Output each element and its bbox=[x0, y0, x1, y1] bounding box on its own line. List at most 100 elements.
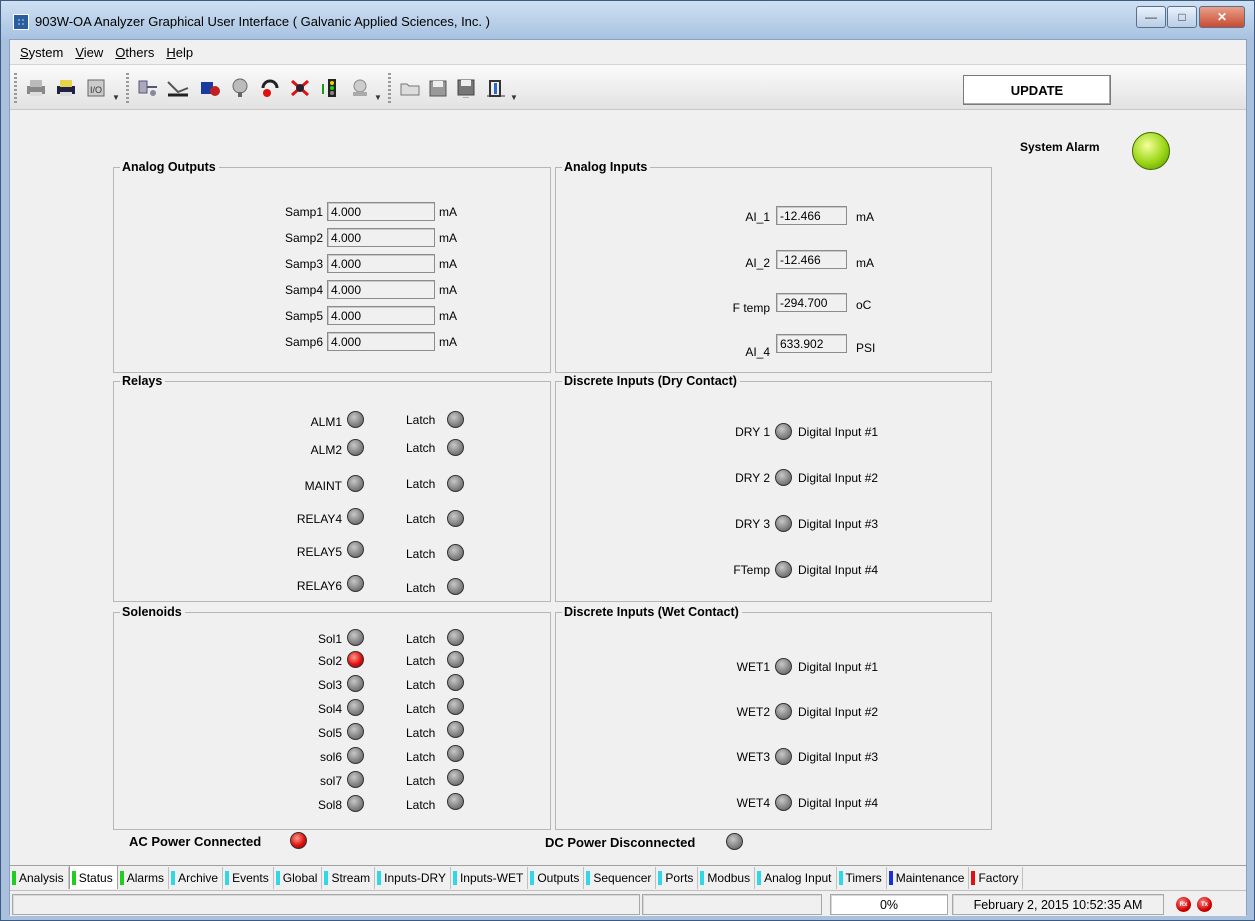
tab-analysis[interactable]: Analysis bbox=[10, 867, 69, 889]
tab-ports[interactable]: Ports bbox=[656, 867, 699, 889]
close-button[interactable]: ✕ bbox=[1199, 6, 1245, 28]
relays-panel: Relays ALM1 Latch ALM2 Latch MAINT Latch… bbox=[113, 374, 551, 602]
relay-label: MAINT bbox=[304, 479, 342, 493]
wet-input-led bbox=[775, 794, 792, 811]
update-button[interactable]: UPDATE bbox=[963, 75, 1111, 105]
tab-global[interactable]: Global bbox=[274, 867, 323, 889]
solenoid-label: Sol2 bbox=[317, 654, 342, 668]
reset-alarm-icon[interactable] bbox=[256, 75, 284, 101]
dry-input-led bbox=[775, 423, 792, 440]
relay-led bbox=[347, 541, 364, 558]
latch-led bbox=[447, 769, 464, 786]
latch-led bbox=[447, 793, 464, 810]
wet-input-led bbox=[775, 703, 792, 720]
valve-icon[interactable] bbox=[226, 75, 254, 101]
solenoid-led bbox=[347, 629, 364, 646]
toolbar-dropdown-icon[interactable]: ▼ bbox=[510, 93, 519, 105]
tab-inputs-wet[interactable]: Inputs-WET bbox=[451, 867, 529, 889]
ai1-unit: mA bbox=[856, 210, 874, 224]
tab-sequencer[interactable]: Sequencer bbox=[584, 867, 657, 889]
latch-label: Latch bbox=[406, 798, 436, 812]
maximize-button[interactable]: □ bbox=[1167, 6, 1197, 28]
samp6-unit: mA bbox=[439, 335, 457, 349]
solenoid-led bbox=[347, 795, 364, 812]
latch-led bbox=[447, 439, 464, 456]
menu-system[interactable]: System bbox=[14, 45, 69, 60]
samp4-field[interactable]: 4.000 bbox=[327, 280, 435, 299]
wet-input-label: WET1 bbox=[736, 660, 770, 674]
samp1-field[interactable]: 4.000 bbox=[327, 202, 435, 221]
traffic-light-icon[interactable] bbox=[316, 75, 344, 101]
tab-maintenance[interactable]: Maintenance bbox=[887, 867, 970, 889]
exit-icon[interactable] bbox=[482, 75, 510, 101]
minimize-button[interactable]: — bbox=[1136, 6, 1166, 28]
solenoid-label: sol7 bbox=[319, 774, 342, 788]
printer-setup-icon[interactable] bbox=[52, 75, 80, 101]
samp2-unit: mA bbox=[439, 231, 457, 245]
client-area: System View Others Help I/O ▼ ▼ ... ▼ UP… bbox=[9, 39, 1247, 916]
stream-icon[interactable] bbox=[134, 75, 162, 101]
ac-power-label: AC Power Connected bbox=[129, 834, 262, 849]
toolbar-grip[interactable] bbox=[388, 73, 391, 103]
ai2-field[interactable]: -12.466 bbox=[776, 250, 847, 269]
wet-input-label: WET3 bbox=[736, 750, 770, 764]
ftemp-field[interactable]: -294.700 bbox=[776, 293, 847, 312]
save-icon[interactable] bbox=[424, 75, 452, 101]
io-config-icon[interactable]: I/O bbox=[82, 75, 110, 101]
tab-alarms[interactable]: Alarms bbox=[118, 867, 170, 889]
latch-led bbox=[447, 510, 464, 527]
samp6-field[interactable]: 4.000 bbox=[327, 332, 435, 351]
ai4-label: AI_4 bbox=[745, 345, 770, 359]
latch-led bbox=[447, 721, 464, 738]
ai4-field[interactable]: 633.902 bbox=[776, 334, 847, 353]
samp5-field[interactable]: 4.000 bbox=[327, 306, 435, 325]
tx-indicator-icon: Tx bbox=[1197, 897, 1212, 912]
tab-analog-input[interactable]: Analog Input bbox=[755, 867, 837, 889]
tab-archive[interactable]: Archive bbox=[169, 867, 224, 889]
tab-events[interactable]: Events bbox=[223, 867, 274, 889]
solenoid-label: Sol1 bbox=[317, 632, 342, 646]
menu-view[interactable]: View bbox=[69, 45, 109, 60]
tab-status[interactable]: Status bbox=[68, 865, 118, 889]
tab-inputs-dry[interactable]: Inputs-DRY bbox=[375, 867, 451, 889]
samp4-unit: mA bbox=[439, 283, 457, 297]
tab-stream[interactable]: Stream bbox=[322, 867, 376, 889]
latch-label: Latch bbox=[406, 774, 436, 788]
latch-led bbox=[447, 651, 464, 668]
toolbar-grip[interactable] bbox=[14, 73, 17, 103]
open-folder-icon[interactable] bbox=[396, 75, 424, 101]
dc-power-led bbox=[726, 833, 743, 850]
tab-outputs[interactable]: Outputs bbox=[528, 867, 585, 889]
rx-indicator-icon: Rx bbox=[1176, 897, 1191, 912]
printer-icon[interactable] bbox=[22, 75, 50, 101]
menu-others[interactable]: Others bbox=[109, 45, 160, 60]
analog-inputs-title: Analog Inputs bbox=[562, 160, 651, 174]
toolbar-dropdown-icon[interactable]: ▼ bbox=[374, 93, 383, 105]
save-as-icon[interactable]: ... bbox=[452, 75, 480, 101]
title-bar: 903W-OA Analyzer Graphical User Interfac… bbox=[1, 1, 1254, 39]
chart-icon[interactable] bbox=[164, 75, 192, 101]
latch-led bbox=[447, 475, 464, 492]
samp3-field[interactable]: 4.000 bbox=[327, 254, 435, 273]
user-icon[interactable] bbox=[346, 75, 374, 101]
dry-input-desc: Digital Input #2 bbox=[798, 471, 879, 485]
ai1-field[interactable]: -12.466 bbox=[776, 206, 847, 225]
tab-factory[interactable]: Factory bbox=[969, 867, 1024, 889]
dry-input-desc: Digital Input #3 bbox=[798, 517, 879, 531]
samp2-field[interactable]: 4.000 bbox=[327, 228, 435, 247]
solenoid-led bbox=[347, 747, 364, 764]
toolbar-dropdown-icon[interactable]: ▼ bbox=[112, 93, 121, 105]
toolbar-grip[interactable] bbox=[126, 73, 129, 103]
tab-modbus[interactable]: Modbus bbox=[698, 867, 756, 889]
solenoid-led bbox=[347, 651, 364, 668]
calibrate-icon[interactable] bbox=[196, 75, 224, 101]
menu-help[interactable]: Help bbox=[160, 45, 199, 60]
ai4-unit: PSI bbox=[856, 341, 876, 355]
stop-icon[interactable] bbox=[286, 75, 314, 101]
latch-label: Latch bbox=[406, 581, 436, 595]
tab-timers[interactable]: Timers bbox=[837, 867, 887, 889]
tab-marker bbox=[586, 871, 591, 885]
dry-inputs-title: Discrete Inputs (Dry Contact) bbox=[562, 374, 740, 388]
system-alarm-label: System Alarm bbox=[1020, 140, 1100, 154]
latch-led bbox=[447, 674, 464, 691]
